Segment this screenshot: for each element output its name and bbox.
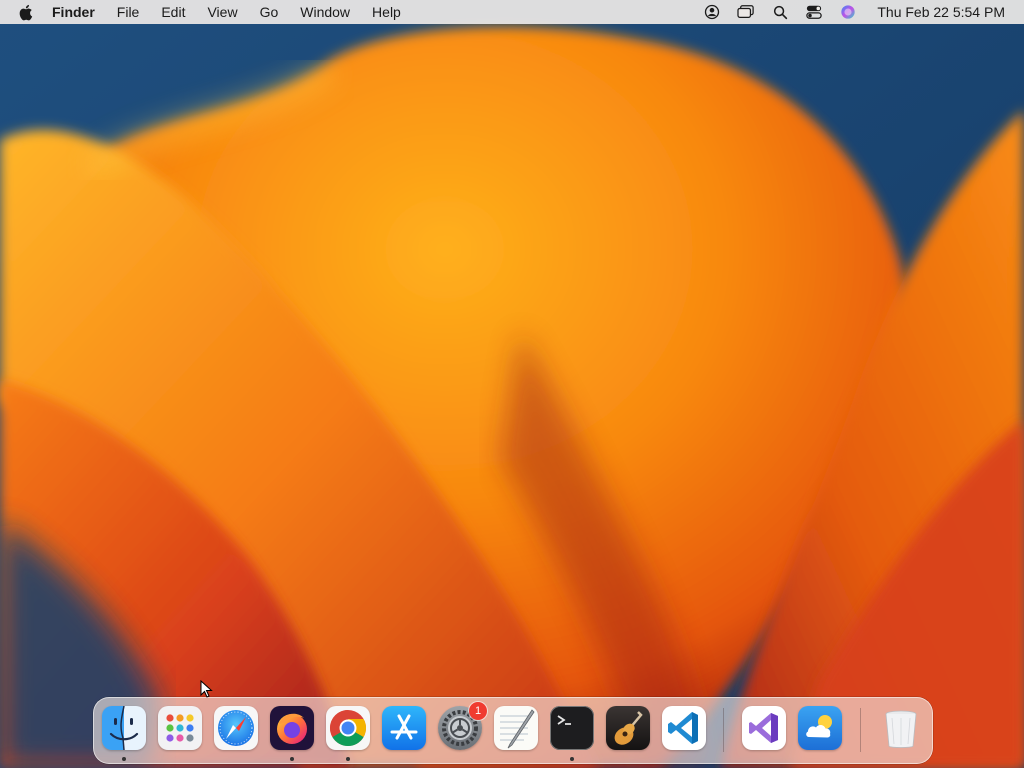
menu-clock[interactable]: Thu Feb 22 5:54 PM [877, 4, 1005, 20]
apple-menu-icon[interactable] [18, 3, 34, 21]
safari-icon [214, 706, 258, 750]
notification-badge: 1 [469, 702, 487, 720]
status-area: Thu Feb 22 5:54 PM [703, 0, 1024, 24]
dock-app-app-store[interactable] [381, 705, 427, 751]
terminal-icon [550, 706, 594, 750]
dock-app-finder[interactable] [101, 705, 147, 761]
garageband-icon [606, 706, 650, 750]
finder-icon [102, 706, 146, 750]
dock-app-garageband[interactable] [605, 705, 651, 751]
running-indicator [122, 757, 126, 761]
dock-app-visual-studio[interactable] [741, 705, 787, 751]
menu-view[interactable]: View [207, 0, 237, 24]
chrome-icon [326, 706, 370, 750]
control-center-icon[interactable] [805, 3, 823, 21]
dock-app-firefox[interactable] [269, 705, 315, 761]
dock-app-chrome[interactable] [325, 705, 371, 761]
desktop-wallpaper [0, 0, 1024, 768]
screen-mirroring-icon[interactable] [737, 3, 755, 21]
dock: 1 [93, 697, 933, 764]
spotlight-search-icon[interactable] [771, 3, 789, 21]
dock-app-terminal[interactable] [549, 705, 595, 761]
running-indicator [290, 757, 294, 761]
launchpad-icon [158, 706, 202, 750]
firefox-icon [270, 706, 314, 750]
menu-bar: Finder File Edit View Go Window Help Thu… [0, 0, 1024, 24]
weather-icon [798, 706, 842, 750]
dock-separator [860, 708, 861, 752]
dock-app-safari[interactable] [213, 705, 259, 751]
dock-app-vscode[interactable] [661, 705, 707, 751]
user-account-icon[interactable] [703, 3, 721, 21]
vscode-icon [662, 706, 706, 750]
running-indicator [346, 757, 350, 761]
textedit-icon [494, 706, 538, 750]
dock-app-system-settings[interactable]: 1 [437, 702, 487, 751]
app-store-icon [382, 706, 426, 750]
dock-app-weather[interactable] [797, 705, 843, 751]
menu-help[interactable]: Help [372, 0, 401, 24]
dock-app-launchpad[interactable] [157, 705, 203, 751]
dock-app-textedit[interactable] [493, 705, 539, 751]
siri-icon[interactable] [839, 3, 857, 21]
visual-studio-icon [742, 706, 786, 750]
menu-edit[interactable]: Edit [161, 0, 185, 24]
running-indicator [570, 757, 574, 761]
dock-separator [723, 708, 724, 752]
menu-window[interactable]: Window [300, 0, 350, 24]
trash-icon [879, 706, 923, 750]
mouse-cursor [200, 679, 214, 698]
menu-app-name[interactable]: Finder [52, 0, 95, 24]
dock-app-trash[interactable] [878, 705, 924, 751]
menu-go[interactable]: Go [260, 0, 279, 24]
menu-file[interactable]: File [117, 0, 140, 24]
